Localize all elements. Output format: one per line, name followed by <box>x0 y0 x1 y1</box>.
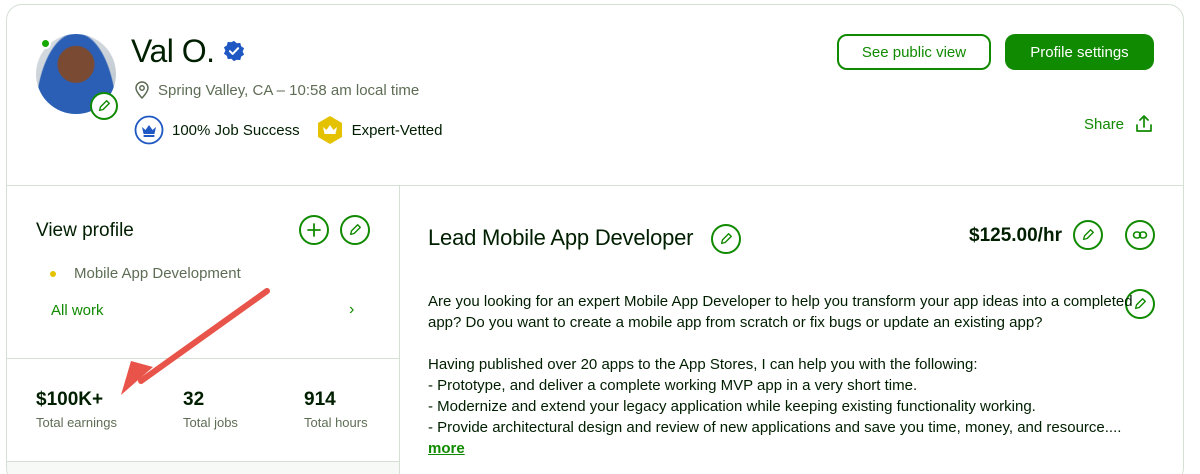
stat-total-hours: 914 Total hours <box>304 389 368 430</box>
profile-description: Are you looking for an expert Mobile App… <box>428 291 1133 459</box>
share-icon <box>1136 115 1152 132</box>
stat-value: $100K+ <box>36 389 104 410</box>
location-text: Spring Valley, CA – 10:58 am local time <box>158 81 420 99</box>
column-divider <box>399 185 400 474</box>
description-line: Having published over 20 apps to the App… <box>428 356 978 373</box>
pencil-icon <box>720 233 732 245</box>
view-profile-heading: View profile <box>36 220 134 241</box>
verified-badge-icon <box>223 40 245 62</box>
job-title: Lead Mobile App Developer <box>428 225 694 250</box>
job-success-label: 100% Job Success <box>172 121 300 139</box>
stat-label: Total jobs <box>183 415 238 430</box>
header-divider <box>7 185 1183 186</box>
description-line: - Provide architectural design and revie… <box>428 419 1122 436</box>
location-pin-icon <box>135 81 149 99</box>
badges-row: 100% Job Success Expert-Vetted <box>134 115 442 145</box>
profile-card: Val O. Spring Valley, CA – 10:58 am loca… <box>6 4 1184 474</box>
crown-shield-icon <box>134 115 164 145</box>
description-line: app? Do you want to create a mobile app … <box>428 314 1043 331</box>
stat-total-jobs: 32 Total jobs <box>183 389 238 430</box>
more-link[interactable]: more <box>428 440 465 457</box>
description-line: Are you looking for an expert Mobile App… <box>428 293 1133 310</box>
skill-bullet-dot <box>50 270 56 277</box>
next-section-strip <box>7 462 399 474</box>
description-line: - Prototype, and deliver a complete work… <box>428 377 918 394</box>
stat-label: Total hours <box>304 415 368 430</box>
online-status-dot <box>40 38 51 49</box>
expert-vetted-badge[interactable]: Expert-Vetted <box>316 115 443 145</box>
skill-label: Mobile App Development <box>74 265 241 282</box>
chevron-right-icon[interactable]: › <box>349 301 354 319</box>
stat-value: 914 <box>304 389 336 410</box>
crown-hexagon-icon <box>317 116 342 144</box>
share-link[interactable]: Share <box>1084 114 1154 134</box>
all-work-link[interactable]: All work <box>51 302 104 319</box>
pencil-icon <box>349 224 361 236</box>
edit-view-profile-button[interactable] <box>340 215 370 245</box>
stats-divider <box>7 358 399 359</box>
see-public-view-button[interactable]: See public view <box>837 34 991 70</box>
edit-title-button[interactable] <box>711 224 741 254</box>
location-row: Spring Valley, CA – 10:58 am local time <box>134 81 419 99</box>
pencil-icon <box>98 100 110 112</box>
copy-link-button[interactable] <box>1125 220 1155 250</box>
pencil-icon <box>1082 229 1094 241</box>
plus-icon <box>307 223 321 237</box>
expert-vetted-label: Expert-Vetted <box>351 121 443 139</box>
profile-name: Val O. <box>131 33 215 69</box>
stat-label: Total earnings <box>36 415 117 430</box>
skill-item[interactable]: Mobile App Development <box>50 265 241 282</box>
link-icon <box>1132 231 1148 239</box>
share-label: Share <box>1084 115 1125 133</box>
description-line: - Modernize and extend your legacy appli… <box>428 398 1036 415</box>
edit-rate-button[interactable] <box>1073 220 1103 250</box>
stat-total-earnings: $100K+ Total earnings <box>36 389 117 430</box>
pencil-icon <box>1134 298 1146 310</box>
annotation-arrow-icon <box>121 288 270 395</box>
add-profile-button[interactable] <box>299 215 329 245</box>
hourly-rate: $125.00/hr <box>969 225 1062 246</box>
job-success-badge[interactable]: 100% Job Success <box>134 115 300 145</box>
edit-avatar-button[interactable] <box>90 92 118 120</box>
stat-value: 32 <box>183 389 205 410</box>
profile-settings-button[interactable]: Profile settings <box>1005 34 1154 70</box>
